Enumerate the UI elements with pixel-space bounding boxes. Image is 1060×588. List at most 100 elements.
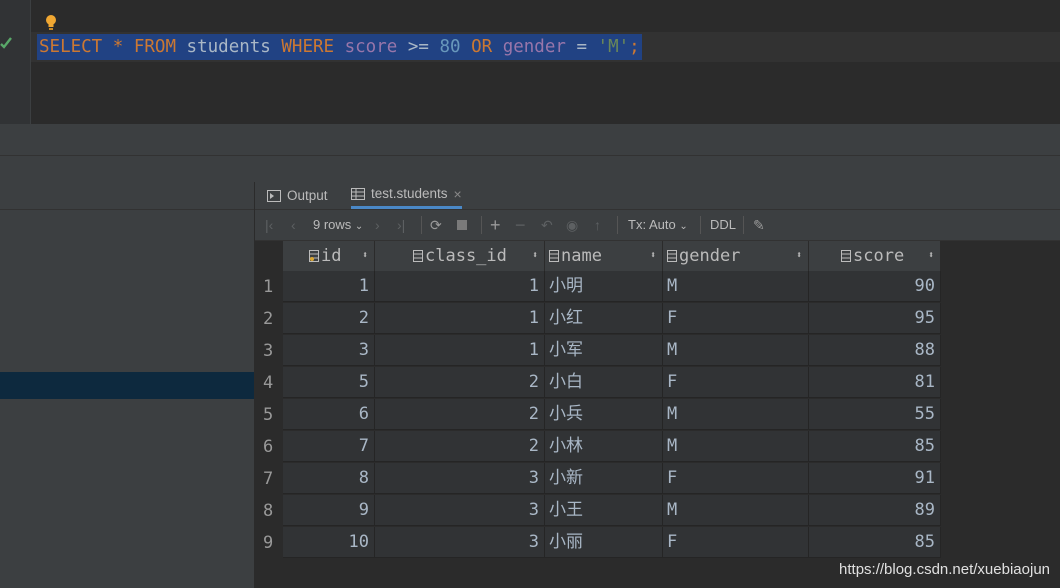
row-number[interactable]: 5 [255, 399, 283, 431]
sort-icon[interactable]: ⬍ [362, 241, 368, 271]
revert-icon[interactable]: ↶ [541, 216, 553, 234]
tx-mode-dropdown[interactable]: Tx: Auto ⌄ [628, 216, 688, 234]
stop-icon[interactable] [457, 216, 467, 234]
table-row[interactable]: 7 8 3 小新 F 91 [255, 463, 941, 495]
column-header-name[interactable]: name ⬍ [545, 241, 663, 271]
table-row[interactable]: 9 10 3 小丽 F 85 [255, 527, 941, 559]
table-row[interactable]: 3 3 1 小军 M 88 [255, 335, 941, 367]
sort-icon[interactable]: ⬍ [928, 241, 934, 271]
row-count-dropdown[interactable]: 9 rows ⌄ [313, 216, 363, 234]
column-header-class-id[interactable]: class_id ⬍ [375, 241, 545, 271]
submit-icon[interactable]: ↑ [594, 216, 601, 234]
cell-gender[interactable]: M [663, 399, 809, 430]
cell-class-id[interactable]: 1 [375, 335, 545, 366]
column-header-score[interactable]: score ⬍ [809, 241, 941, 271]
sql-code-line[interactable]: SELECT * FROM students WHERE score >= 80… [31, 32, 1060, 62]
cell-score[interactable]: 85 [809, 431, 941, 462]
cell-score[interactable]: 91 [809, 463, 941, 494]
sql-statement[interactable]: SELECT * FROM students WHERE score >= 80… [37, 34, 642, 60]
cell-class-id[interactable]: 1 [375, 271, 545, 302]
previous-page-icon[interactable]: ‹ [291, 216, 296, 234]
table-row[interactable]: 2 2 1 小红 F 95 [255, 303, 941, 335]
cell-gender[interactable]: F [663, 527, 809, 558]
row-number[interactable]: 1 [255, 271, 283, 303]
row-number[interactable]: 7 [255, 463, 283, 495]
row-number[interactable]: 9 [255, 527, 283, 559]
delete-row-icon[interactable]: − [515, 216, 526, 234]
cell-class-id[interactable]: 2 [375, 399, 545, 430]
preview-changes-icon[interactable]: ◉ [566, 216, 578, 234]
ddl-button[interactable]: DDL [710, 216, 736, 234]
sort-icon[interactable]: ⬍ [650, 241, 656, 271]
cell-name[interactable]: 小白 [545, 367, 663, 398]
row-number[interactable]: 2 [255, 303, 283, 335]
cell-id[interactable]: 6 [283, 399, 375, 430]
editor-gutter [0, 0, 31, 124]
editor-status-strip [0, 124, 1060, 156]
sort-icon[interactable]: ⬍ [796, 241, 802, 271]
tab-test-students[interactable]: test.students × [351, 182, 462, 209]
cell-gender[interactable]: F [663, 303, 809, 334]
cell-name[interactable]: 小丽 [545, 527, 663, 558]
cell-gender[interactable]: M [663, 431, 809, 462]
cell-class-id[interactable]: 3 [375, 495, 545, 526]
close-tab-icon[interactable]: × [454, 180, 462, 208]
table-row[interactable]: 1 1 1 小明 M 90 [255, 271, 941, 303]
row-number[interactable]: 4 [255, 367, 283, 399]
cell-class-id[interactable]: 3 [375, 463, 545, 494]
last-page-icon[interactable]: ›| [397, 216, 405, 234]
cell-id[interactable]: 7 [283, 431, 375, 462]
cell-gender[interactable]: F [663, 367, 809, 398]
cell-name[interactable]: 小明 [545, 271, 663, 302]
cell-name[interactable]: 小兵 [545, 399, 663, 430]
cell-class-id[interactable]: 3 [375, 527, 545, 558]
cell-id[interactable]: 3 [283, 335, 375, 366]
cell-score[interactable]: 88 [809, 335, 941, 366]
cell-gender[interactable]: F [663, 463, 809, 494]
refresh-icon[interactable]: ⟳ [430, 216, 442, 234]
lightbulb-icon[interactable] [44, 14, 58, 32]
cell-gender[interactable]: M [663, 495, 809, 526]
table-row[interactable]: 4 5 2 小白 F 81 [255, 367, 941, 399]
cell-class-id[interactable]: 2 [375, 367, 545, 398]
first-page-icon[interactable]: |‹ [265, 216, 273, 234]
cell-score[interactable]: 95 [809, 303, 941, 334]
column-header-gender[interactable]: gender ⬍ [663, 241, 809, 271]
tab-output[interactable]: Output [267, 182, 328, 209]
cell-id[interactable]: 8 [283, 463, 375, 494]
column-header-id[interactable]: id ⬍ [283, 241, 375, 271]
cell-name[interactable]: 小红 [545, 303, 663, 334]
table-row[interactable]: 5 6 2 小兵 M 55 [255, 399, 941, 431]
cell-name[interactable]: 小军 [545, 335, 663, 366]
row-number[interactable]: 3 [255, 335, 283, 367]
next-page-icon[interactable]: › [375, 216, 380, 234]
add-row-icon[interactable]: + [490, 216, 501, 234]
row-number[interactable]: 8 [255, 495, 283, 527]
pin-icon[interactable]: ✎ [753, 216, 765, 234]
cell-gender[interactable]: M [663, 271, 809, 302]
cell-name[interactable]: 小王 [545, 495, 663, 526]
row-number[interactable]: 6 [255, 431, 283, 463]
cell-class-id[interactable]: 2 [375, 431, 545, 462]
cell-id[interactable]: 2 [283, 303, 375, 334]
cell-id[interactable]: 10 [283, 527, 375, 558]
cell-score[interactable]: 89 [809, 495, 941, 526]
cell-score[interactable]: 85 [809, 527, 941, 558]
cell-name[interactable]: 小新 [545, 463, 663, 494]
cell-id[interactable]: 1 [283, 271, 375, 302]
cell-gender[interactable]: M [663, 335, 809, 366]
cell-score[interactable]: 55 [809, 399, 941, 430]
cell-name[interactable]: 小林 [545, 431, 663, 462]
table-row[interactable]: 8 9 3 小王 M 89 [255, 495, 941, 527]
sql-editor[interactable]: SELECT * FROM students WHERE score >= 80… [0, 0, 1060, 124]
cell-id[interactable]: 5 [283, 367, 375, 398]
selected-tree-item[interactable] [0, 372, 254, 399]
toolbar-divider [743, 216, 744, 234]
cell-score[interactable]: 81 [809, 367, 941, 398]
sort-icon[interactable]: ⬍ [532, 241, 538, 271]
cell-id[interactable]: 9 [283, 495, 375, 526]
table-row[interactable]: 6 7 2 小林 M 85 [255, 431, 941, 463]
cell-score[interactable]: 90 [809, 271, 941, 302]
cell-class-id[interactable]: 1 [375, 303, 545, 334]
